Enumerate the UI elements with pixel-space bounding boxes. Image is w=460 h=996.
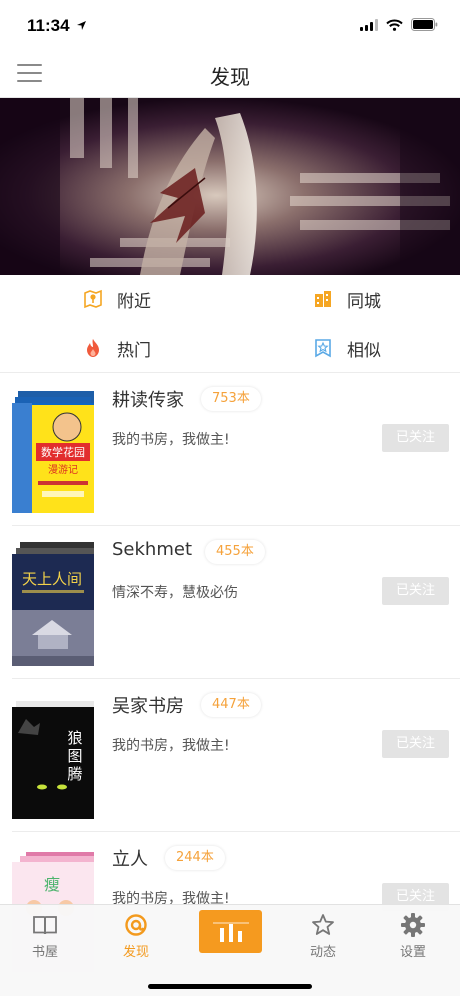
category-similar[interactable]: 相似: [312, 324, 381, 372]
home-indicator: [148, 984, 312, 989]
tab-label: 书屋: [31, 945, 58, 960]
book-cover: 天上人间: [12, 542, 94, 666]
location-arrow-icon: [77, 21, 86, 30]
user-name[interactable]: Sekhmet: [112, 539, 192, 560]
follow-button[interactable]: 已关注: [382, 424, 449, 452]
cover-title: 狼: [67, 729, 82, 747]
cover-title: 瘦: [44, 875, 60, 894]
center-action-button[interactable]: [199, 910, 262, 953]
battery-icon: [411, 18, 438, 31]
book-count-badge: 244本: [165, 846, 225, 870]
tab-label: 发现: [122, 945, 149, 960]
category-grid: 附近 同城 热门 相似: [0, 275, 460, 373]
navigation-bar: 发现: [0, 52, 460, 98]
bookmark-star-icon: [312, 337, 334, 359]
tab-activity[interactable]: 动态: [293, 911, 353, 960]
category-same-city[interactable]: 同城: [312, 275, 381, 323]
flame-icon: [82, 337, 104, 359]
svg-text:漫游记: 漫游记: [48, 463, 78, 476]
cover-title: 数学花园: [41, 445, 85, 459]
user-signature: 情深不寿，慧极必伤: [112, 585, 238, 601]
status-bar: 11:34: [0, 0, 460, 52]
tab-bar: 书屋 发现 动态 设置: [0, 904, 460, 996]
banner-image[interactable]: [0, 98, 460, 275]
category-label: 同城: [347, 291, 381, 312]
category-label: 热门: [117, 340, 151, 361]
tab-settings[interactable]: 设置: [383, 911, 443, 960]
signal-icon: [360, 18, 378, 31]
category-label: 附近: [117, 291, 151, 312]
user-name[interactable]: 立人: [112, 845, 148, 871]
tab-bookhouse[interactable]: 书屋: [15, 911, 75, 960]
user-signature: 我的书房，我做主!: [112, 432, 230, 448]
star-icon: [293, 911, 353, 939]
follow-button[interactable]: 已关注: [382, 577, 449, 605]
follow-button[interactable]: 已关注: [382, 730, 449, 758]
bar-chart-icon: [212, 921, 249, 942]
tab-label: 设置: [399, 945, 426, 960]
banner-book-illustration: [0, 98, 460, 275]
cover-title: 天上人间: [22, 570, 82, 588]
status-time: 11:34: [27, 16, 70, 35]
category-label: 相似: [347, 340, 381, 361]
svg-text:腾: 腾: [67, 765, 82, 783]
list-item[interactable]: 数学花园 漫游记 耕读传家 753本 我的书房，我做主! 已关注: [0, 373, 460, 526]
svg-text:图: 图: [67, 747, 82, 765]
map-pin-icon: [82, 288, 104, 310]
page-title: 发现: [210, 65, 250, 89]
book-count-badge: 753本: [201, 387, 261, 411]
list-item[interactable]: 天上人间 Sekhmet 455本 情深不寿，慧极必伤 已关注: [0, 526, 460, 679]
user-signature: 我的书房，我做主!: [112, 738, 230, 754]
tab-label: 动态: [309, 945, 336, 960]
user-name[interactable]: 耕读传家: [112, 386, 184, 412]
gear-icon: [383, 911, 443, 939]
user-name[interactable]: 吴家书房: [112, 692, 184, 718]
discover-icon: [106, 911, 166, 939]
category-nearby[interactable]: 附近: [82, 275, 151, 323]
list-item[interactable]: 狼 图 腾 吴家书房 447本 我的书房，我做主! 已关注: [0, 679, 460, 832]
status-indicators: [360, 18, 438, 31]
book-count-badge: 447本: [201, 693, 261, 717]
book-icon: [15, 911, 75, 939]
book-cover: 狼 图 腾: [12, 701, 94, 819]
book-cover: 数学花园 漫游记: [12, 391, 94, 513]
buildings-icon: [312, 288, 334, 310]
tab-discover[interactable]: 发现: [106, 911, 166, 960]
book-count-badge: 455本: [205, 540, 265, 564]
wifi-icon: [386, 19, 403, 31]
category-popular[interactable]: 热门: [82, 324, 151, 372]
